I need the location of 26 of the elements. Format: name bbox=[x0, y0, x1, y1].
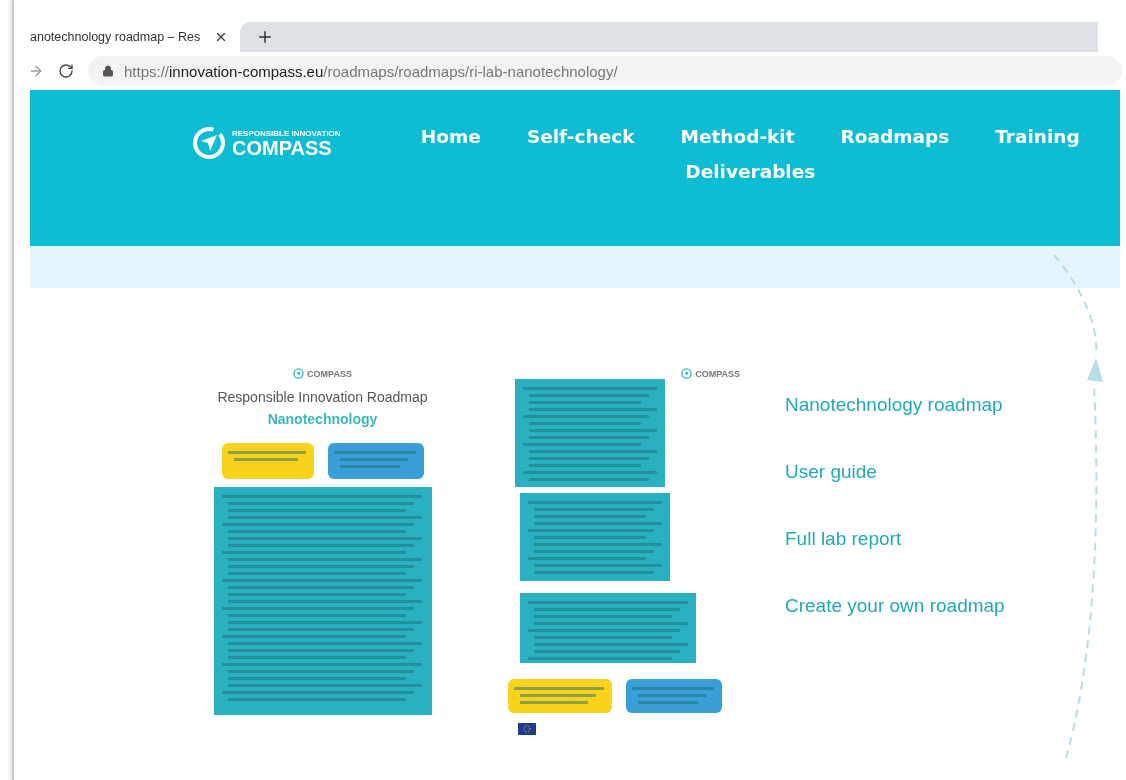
logo-name: COMPASS bbox=[232, 137, 333, 158]
nav-link[interactable]: Method-kit bbox=[680, 126, 795, 147]
url-text: https://innovation-compass.eu/roadmaps/roadmaps/ri-lab-nanotechnology/ bbox=[124, 62, 618, 80]
logo-tagline: RESPONSIBLE INNOVATION bbox=[232, 128, 341, 138]
doc-subtitle: Nanotechnology bbox=[267, 411, 378, 427]
address-field[interactable]: https://innovation-compass.eu/roadmaps/roadmaps/ri-lab-nanotechnology/ bbox=[88, 56, 1122, 86]
reload-icon[interactable] bbox=[58, 63, 74, 79]
resource-link[interactable]: Create your own roadmap bbox=[785, 595, 1005, 617]
lock-icon bbox=[102, 65, 114, 77]
forward-icon[interactable] bbox=[28, 63, 44, 79]
doc-logo: COMPASS bbox=[681, 368, 740, 379]
nav-link[interactable]: Home bbox=[420, 126, 481, 147]
resource-link[interactable]: User guide bbox=[785, 461, 1005, 483]
nav-link[interactable]: Self-check bbox=[526, 126, 635, 147]
nav-link[interactable]: Training bbox=[995, 126, 1080, 147]
eu-flag-icon bbox=[518, 723, 536, 735]
resource-link[interactable]: Nanotechnology roadmap bbox=[785, 394, 1005, 416]
nav-link[interactable]: Roadmaps bbox=[840, 126, 950, 147]
compass-logo-icon bbox=[293, 368, 305, 379]
new-tab-icon[interactable] bbox=[256, 28, 274, 46]
resource-link[interactable]: Full lab report bbox=[785, 528, 1005, 550]
compass-logo-icon bbox=[681, 368, 693, 379]
doc-logo: COMPASS bbox=[293, 368, 352, 379]
compass-logo-icon bbox=[192, 126, 226, 160]
doc-title: Responsible Innovation Roadmap bbox=[217, 389, 428, 405]
nav-link[interactable]: Deliverables bbox=[685, 161, 816, 182]
